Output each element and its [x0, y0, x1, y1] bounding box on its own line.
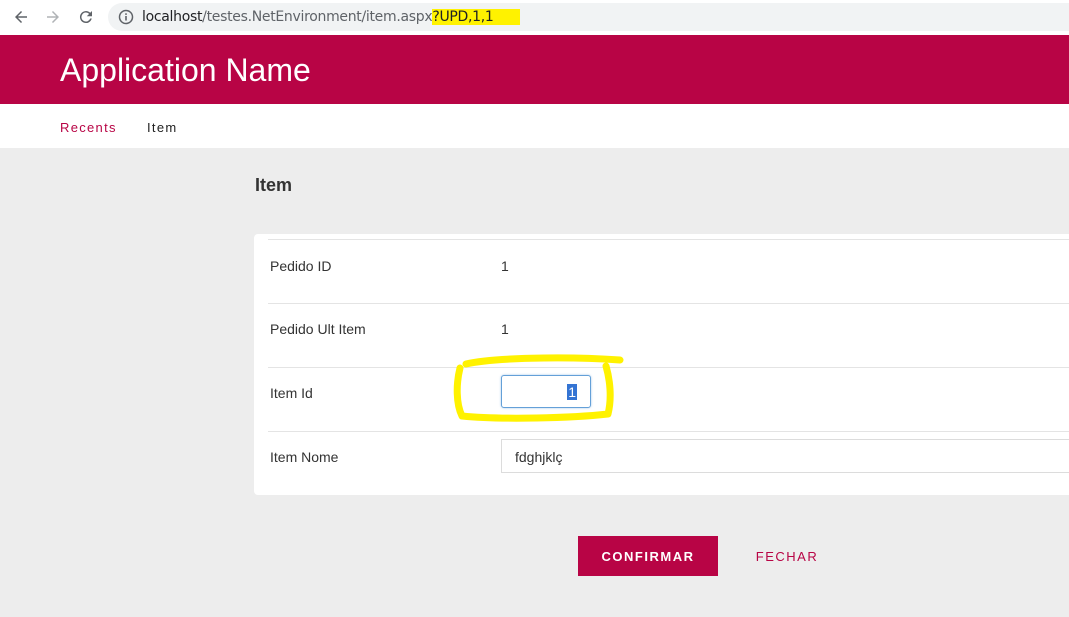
item-nome-input[interactable]: fdghjklç: [501, 439, 1069, 473]
form-card: Pedido ID 1 Pedido Ult Item 1 Item Id 1 …: [254, 234, 1069, 495]
tab-item[interactable]: Item: [147, 120, 177, 135]
tab-bar: Recents Item: [0, 104, 1069, 148]
address-bar[interactable]: localhost/testes.NetEnvironment/item.asp…: [108, 3, 1069, 31]
browser-toolbar: localhost/testes.NetEnvironment/item.asp…: [0, 0, 1069, 35]
form-row-pedido-id: Pedido ID 1: [268, 239, 1069, 303]
pedido-id-label: Pedido ID: [270, 258, 332, 274]
url-text: localhost/testes.NetEnvironment/item.asp…: [142, 9, 520, 25]
item-id-selected-text: 1: [567, 384, 577, 400]
item-id-label: Item Id: [270, 385, 313, 401]
form-row-pedido-ult-item: Pedido Ult Item 1: [268, 303, 1069, 367]
reload-icon[interactable]: [75, 6, 97, 28]
form-row-item-nome: Item Nome fdghjklç: [268, 431, 1069, 495]
pedido-ult-item-label: Pedido Ult Item: [270, 321, 366, 337]
close-button[interactable]: FECHAR: [742, 536, 832, 576]
item-id-input[interactable]: 1: [501, 375, 591, 408]
form-row-item-id: Item Id 1: [268, 367, 1069, 431]
forward-arrow-icon[interactable]: [42, 6, 64, 28]
info-icon[interactable]: [118, 9, 134, 25]
back-arrow-icon[interactable]: [10, 6, 32, 28]
item-nome-label: Item Nome: [270, 449, 339, 465]
app-header: Application Name: [0, 35, 1069, 104]
tab-recents[interactable]: Recents: [60, 120, 117, 135]
app-title: Application Name: [60, 52, 311, 88]
url-host: localhost: [142, 9, 203, 25]
url-path: /testes.NetEnvironment/item.aspx: [202, 9, 433, 25]
pedido-ult-item-value: 1: [501, 321, 509, 337]
confirm-button[interactable]: CONFIRMAR: [578, 536, 718, 576]
pedido-id-value: 1: [501, 258, 509, 274]
page-title: Item: [255, 175, 293, 195]
url-query-highlighted: ?UPD,1,1: [432, 9, 520, 25]
